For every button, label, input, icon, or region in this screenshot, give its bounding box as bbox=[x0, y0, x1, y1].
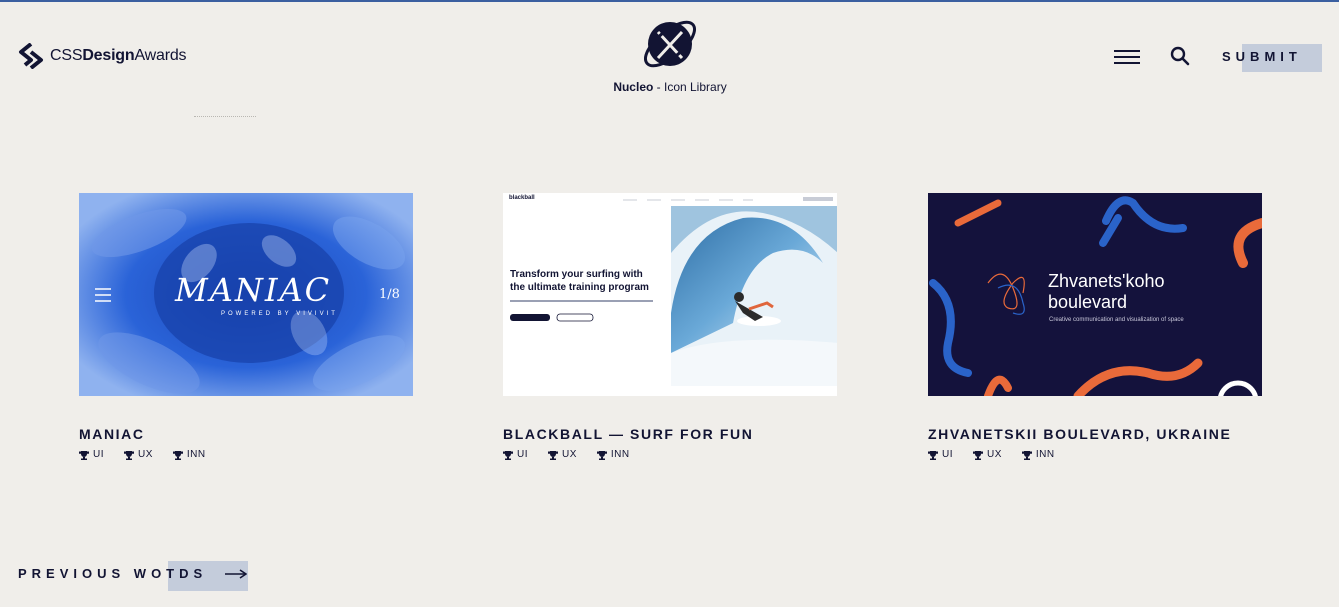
award-inn: INN bbox=[1021, 449, 1055, 460]
award-ui: UI bbox=[79, 449, 104, 460]
trophy-icon bbox=[172, 450, 183, 460]
top-border bbox=[0, 0, 1339, 2]
award-inn: INN bbox=[596, 449, 630, 460]
blackball-headline-2: the ultimate training program bbox=[510, 282, 649, 293]
card-title[interactable]: ZHVANETSKII BOULEVARD, UKRAINE bbox=[928, 426, 1262, 442]
award-list: UI UX INN bbox=[79, 449, 413, 460]
blackball-artwork bbox=[503, 193, 837, 396]
trophy-icon bbox=[79, 450, 89, 460]
card-thumbnail[interactable]: blackball Transform your surfing with th… bbox=[503, 193, 837, 396]
wotd-card-blackball: blackball Transform your surfing with th… bbox=[503, 193, 837, 460]
award-list: UI UX INN bbox=[503, 449, 837, 460]
award-ui: UI bbox=[928, 449, 953, 460]
card-thumbnail[interactable]: Zhvanets'koho boulevard Creative communi… bbox=[928, 193, 1262, 396]
trophy-icon bbox=[596, 450, 607, 460]
award-ux: UX bbox=[548, 449, 577, 460]
divider bbox=[194, 116, 256, 119]
previous-wotds-link[interactable]: PREVIOUS WOTDS bbox=[18, 566, 248, 581]
hamburger-menu-icon[interactable] bbox=[1114, 50, 1140, 64]
card-title[interactable]: BLACKBALL — SURF FOR FUN bbox=[503, 426, 837, 442]
trophy-icon bbox=[973, 450, 983, 460]
maniac-word: MANIAC bbox=[175, 271, 332, 309]
blackball-brand: blackball bbox=[509, 195, 535, 201]
award-list: UI UX INN bbox=[928, 449, 1262, 460]
site-logo[interactable]: CSSDesignAwards bbox=[18, 42, 187, 70]
wotd-card-zhvanetskii: Zhvanets'koho boulevard Creative communi… bbox=[928, 193, 1262, 460]
submit-button[interactable]: SUBMIT bbox=[1222, 49, 1302, 64]
previous-wotds-label: PREVIOUS WOTDS bbox=[18, 566, 208, 581]
search-icon[interactable] bbox=[1170, 46, 1190, 66]
trophy-icon bbox=[124, 450, 134, 460]
css-design-awards-logo-icon bbox=[19, 43, 43, 69]
trophy-icon bbox=[1021, 450, 1032, 460]
blackball-headline-1: Transform your surfing with bbox=[510, 269, 643, 280]
card-title[interactable]: MANIAC bbox=[79, 426, 413, 442]
award-ux: UX bbox=[973, 449, 1002, 460]
trophy-icon bbox=[503, 450, 513, 460]
arrow-right-icon bbox=[225, 568, 248, 579]
sponsor-caption: Nucleo - Icon Library bbox=[613, 80, 727, 94]
award-inn: INN bbox=[172, 449, 206, 460]
award-ux: UX bbox=[124, 449, 153, 460]
sponsor-link[interactable]: Nucleo - Icon Library bbox=[590, 14, 750, 94]
nucleo-planet-icon bbox=[644, 20, 696, 68]
award-ui: UI bbox=[503, 449, 528, 460]
maniac-powered: POWERED BY VIVIVIT bbox=[221, 311, 338, 317]
zhvanetskii-tagline: Creative communication and visualization… bbox=[1049, 317, 1184, 323]
card-thumbnail[interactable]: MANIAC POWERED BY VIVIVIT 1/8 bbox=[79, 193, 413, 396]
zhvanetskii-line-2: boulevard bbox=[1048, 292, 1128, 312]
zhvanetskii-line-1: Zhvanets'koho bbox=[1048, 271, 1165, 291]
wotd-card-maniac: MANIAC POWERED BY VIVIVIT 1/8 MANIAC UI … bbox=[79, 193, 413, 460]
trophy-icon bbox=[548, 450, 558, 460]
logo-text: CSSDesignAwards bbox=[50, 47, 187, 64]
trophy-icon bbox=[928, 450, 938, 460]
maniac-counter: 1/8 bbox=[379, 287, 400, 302]
